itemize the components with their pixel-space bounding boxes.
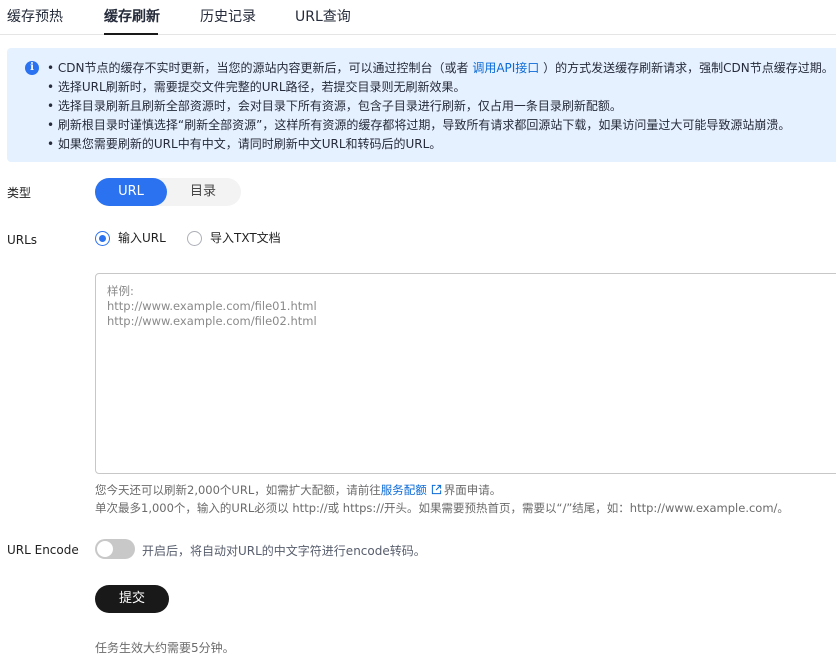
type-label: 类型 xyxy=(7,186,32,200)
tab-cache-refresh[interactable]: 缓存刷新 xyxy=(104,8,160,26)
task-effect-note: 任务生效大约需要5分钟。 xyxy=(95,641,235,655)
type-option-directory[interactable]: 目录 xyxy=(167,178,239,206)
tab-bar: 缓存预热 缓存刷新 历史记录 URL查询 xyxy=(0,0,836,35)
url-format-hint: 单次最多1,000个，输入的URL必须以 http://或 https://开头… xyxy=(95,501,789,515)
radio-checked-icon xyxy=(95,231,110,246)
tab-cache-preheat[interactable]: 缓存预热 xyxy=(7,8,63,26)
info-line-4: • 刷新根目录时谨慎选择“刷新全部资源”，这样所有资源的缓存都将过期，导致所有请… xyxy=(47,118,791,132)
info-circle-icon xyxy=(25,61,39,75)
type-segmented-control: URL 目录 xyxy=(95,178,241,206)
radio-unchecked-icon xyxy=(187,231,202,246)
url-encode-toggle[interactable] xyxy=(95,539,135,559)
info-text: • CDN节点的缓存不实时更新，当您的源站内容更新后，可以通过控制台（或者 调用… xyxy=(47,59,834,154)
submit-button[interactable]: 提交 xyxy=(95,585,169,613)
active-tab-indicator xyxy=(104,33,158,35)
info-line-5: • 如果您需要刷新的URL中有中文，请同时刷新中文URL和转码后的URL。 xyxy=(47,137,442,151)
info-banner: • CDN节点的缓存不实时更新，当您的源站内容更新后，可以通过控制台（或者 调用… xyxy=(7,48,836,162)
info-line-3: • 选择目录刷新且刷新全部资源时，会对目录下所有资源，包含子目录进行刷新，仅占用… xyxy=(47,99,622,113)
radio-import-txt-label: 导入TXT文档 xyxy=(210,231,281,245)
service-quota-link[interactable]: 服务配额 xyxy=(381,483,427,497)
url-textarea[interactable] xyxy=(95,273,836,474)
type-option-url[interactable]: URL xyxy=(95,178,167,206)
info-line-1: • CDN节点的缓存不实时更新，当您的源站内容更新后，可以通过控制台（或者 调用… xyxy=(47,61,834,75)
info-line-2: • 选择URL刷新时，需要提交文件完整的URL路径，若提交目录则无刷新效果。 xyxy=(47,80,466,94)
url-encode-label: URL Encode xyxy=(7,543,79,557)
urls-label: URLs xyxy=(7,233,38,247)
url-encode-description: 开启后，将自动对URL的中文字符进行encode转码。 xyxy=(142,544,426,558)
radio-input-url-label: 输入URL xyxy=(118,231,166,245)
tab-history[interactable]: 历史记录 xyxy=(200,8,256,26)
external-link-icon[interactable] xyxy=(431,484,442,495)
toggle-knob xyxy=(97,541,113,557)
tab-url-query[interactable]: URL查询 xyxy=(295,8,351,26)
api-link[interactable]: 调用API接口 xyxy=(472,61,539,75)
quota-hint: 您今天还可以刷新2,000个URL，如需扩大配额，请前往服务配额 界面申请。 xyxy=(95,483,502,497)
